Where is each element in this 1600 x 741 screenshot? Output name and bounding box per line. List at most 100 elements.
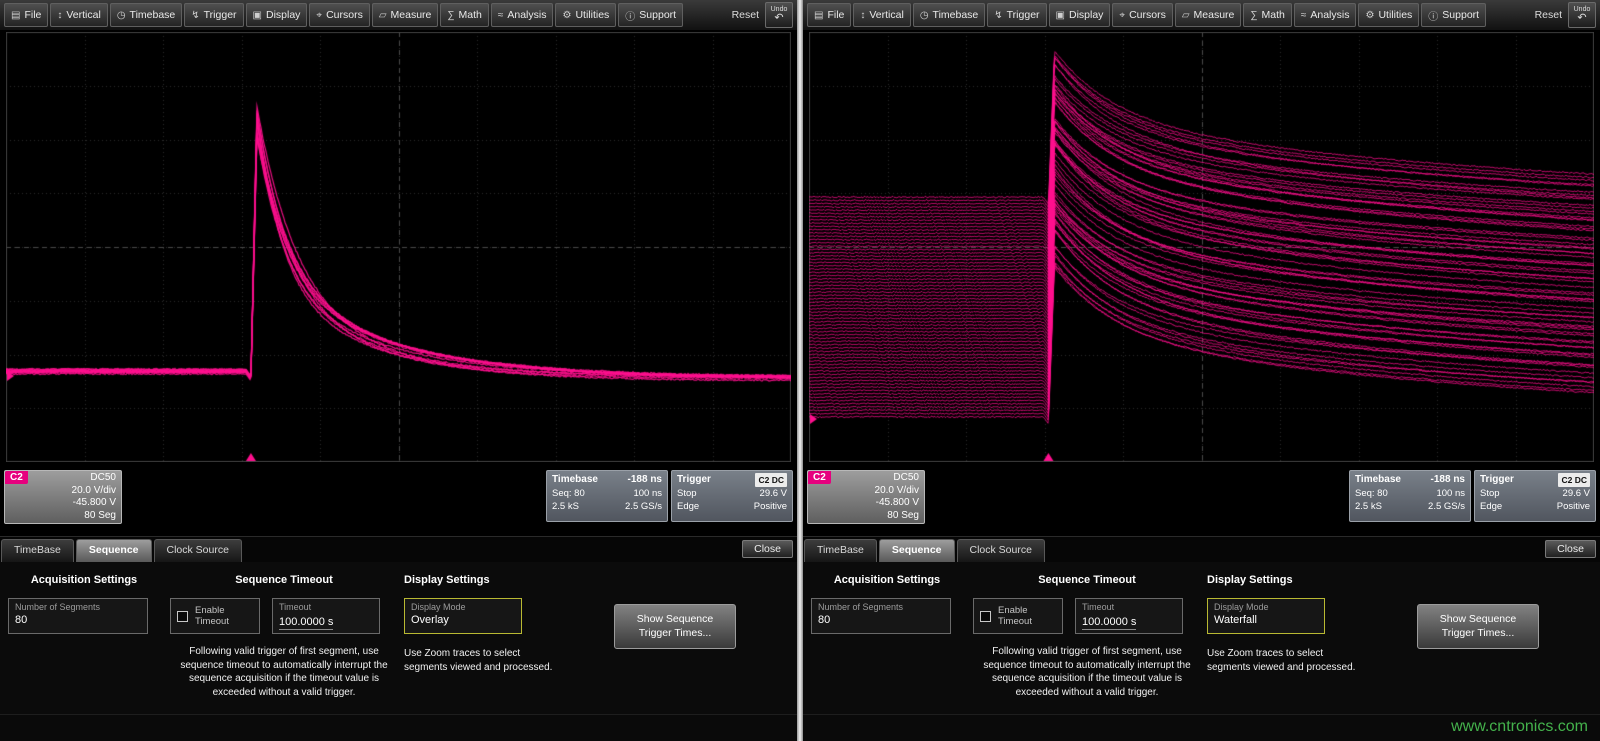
channel-offset: -45.800 V bbox=[813, 497, 919, 510]
menu-support-label: Support bbox=[639, 9, 676, 21]
measure-icon: ▱ bbox=[379, 10, 387, 21]
timeout-field[interactable]: Timeout 100.0000 s bbox=[272, 598, 380, 634]
enable-timeout-checkbox[interactable]: Enable Timeout bbox=[973, 598, 1063, 634]
tab-clock-source[interactable]: Clock Source bbox=[957, 539, 1045, 562]
undo-button[interactable]: Undo↶ bbox=[765, 2, 793, 28]
undo-button[interactable]: Undo↶ bbox=[1568, 2, 1596, 28]
tab-clock-source[interactable]: Clock Source bbox=[154, 539, 242, 562]
menu-timebase[interactable]: ◷Timebase bbox=[913, 3, 985, 27]
show-sequence-trigger-times-button[interactable]: Show Sequence Trigger Times... bbox=[1417, 604, 1539, 649]
undo-icon: ↶ bbox=[1577, 13, 1586, 24]
timebase-title: Timebase bbox=[552, 473, 598, 487]
support-icon: ⓘ bbox=[1428, 8, 1438, 23]
trigger-source-badge: C2 DC bbox=[1558, 473, 1590, 487]
timeout-note: Following valid trigger of first segment… bbox=[973, 645, 1201, 699]
number-of-segments-field[interactable]: Number of Segments 80 bbox=[8, 598, 148, 634]
menu-timebase-label: Timebase bbox=[130, 9, 176, 21]
display-mode-select[interactable]: Display Mode Overlay bbox=[404, 598, 522, 634]
menu-vertical[interactable]: ↕Vertical bbox=[853, 3, 910, 27]
math-icon: ∑ bbox=[1250, 10, 1257, 21]
menu-math-label: Math bbox=[1262, 9, 1285, 21]
menu-file[interactable]: ▤File bbox=[807, 3, 851, 27]
trigger-descriptor[interactable]: TriggerC2 DC Stop29.6 V EdgePositive bbox=[1474, 470, 1596, 522]
checkbox-icon[interactable] bbox=[177, 611, 188, 622]
trigger-descriptor[interactable]: TriggerC2 DC Stop29.6 V EdgePositive bbox=[671, 470, 793, 522]
tab-sequence[interactable]: Sequence bbox=[76, 539, 152, 562]
scope-panel-left: ▤File ↕Vertical ◷ Timebase ↯ Trigger ▣Disp… bbox=[0, 0, 797, 741]
dialog-tabs: TimeBase Sequence Clock Source Close bbox=[0, 536, 797, 562]
undo-icon: ↶ bbox=[774, 13, 783, 24]
menu-timebase[interactable]: ◷ Timebase bbox=[110, 3, 182, 27]
display-mode-value: Overlay bbox=[411, 614, 515, 627]
menu-utilities[interactable]: ⚙Utilities bbox=[1358, 3, 1419, 27]
display-icon: ▣ bbox=[1056, 10, 1065, 21]
support-icon: ⓘ bbox=[625, 8, 635, 23]
channel-c2-descriptor[interactable]: C2 DC50 20.0 V/div -45.800 V 80 Seg bbox=[4, 470, 122, 524]
menu-utilities[interactable]: ⚙Utilities bbox=[555, 3, 616, 27]
sequence-timeout-title: Sequence Timeout bbox=[973, 574, 1201, 586]
tab-sequence[interactable]: Sequence bbox=[879, 539, 955, 562]
waveform-canvas-waterfall[interactable] bbox=[809, 32, 1594, 462]
timebase-value: -188 ns bbox=[1431, 473, 1465, 487]
menu-math[interactable]: ∑ Math bbox=[1243, 3, 1291, 27]
menu-measure[interactable]: ▱Measure bbox=[1175, 3, 1242, 27]
menu-vertical[interactable]: ↕Vertical bbox=[50, 3, 107, 27]
dialog-tabs: TimeBase Sequence Clock Source Close bbox=[803, 536, 1600, 562]
display-mode-value: Waterfall bbox=[1214, 614, 1318, 627]
menu-analysis[interactable]: ≈Analysis bbox=[491, 3, 554, 27]
channel-vdiv: 20.0 V/div bbox=[10, 485, 116, 498]
channel-vdiv: 20.0 V/div bbox=[813, 485, 919, 498]
channel-label: C2 bbox=[808, 471, 831, 484]
tab-timebase[interactable]: TimeBase bbox=[1, 539, 74, 562]
display-mode-select[interactable]: Display Mode Waterfall bbox=[1207, 598, 1325, 634]
menu-measure[interactable]: ▱Measure bbox=[372, 3, 439, 27]
menu-display[interactable]: ▣Display bbox=[246, 3, 308, 27]
enable-timeout-checkbox[interactable]: Enable Timeout bbox=[170, 598, 260, 634]
timebase-descriptor[interactable]: Timebase-188 ns Seq: 80100 ns 2.5 kS2.5 … bbox=[546, 470, 668, 522]
menu-timebase-label: Timebase bbox=[933, 9, 979, 21]
reset-button[interactable]: Reset bbox=[732, 9, 759, 21]
checkbox-icon[interactable] bbox=[980, 611, 991, 622]
zoom-note: Use Zoom traces to select segments viewe… bbox=[1207, 647, 1357, 674]
file-icon: ▤ bbox=[11, 10, 20, 21]
trigger-source-badge: C2 DC bbox=[755, 473, 787, 487]
analysis-icon: ≈ bbox=[498, 10, 504, 21]
menu-file[interactable]: ▤File bbox=[4, 3, 48, 27]
menu-support[interactable]: ⓘ Support bbox=[1421, 3, 1486, 27]
timeout-value: 100.0000 s bbox=[1082, 616, 1136, 630]
trigger-icon: ↯ bbox=[191, 10, 199, 21]
channel-c2-descriptor[interactable]: C2 DC50 20.0 V/div -45.800 V 80 Seg bbox=[807, 470, 925, 524]
close-button[interactable]: Close bbox=[742, 540, 793, 558]
vertical-icon: ↕ bbox=[57, 10, 62, 21]
timebase-icon: ◷ bbox=[117, 10, 126, 21]
utilities-icon: ⚙ bbox=[562, 10, 571, 21]
menu-support[interactable]: ⓘ Support bbox=[618, 3, 683, 27]
tab-timebase[interactable]: TimeBase bbox=[804, 539, 877, 562]
close-button[interactable]: Close bbox=[1545, 540, 1596, 558]
menu-trigger[interactable]: ↯Trigger bbox=[987, 3, 1046, 27]
sequence-dialog: Acquisition Settings Number of Segments … bbox=[803, 562, 1600, 714]
timebase-descriptor[interactable]: Timebase-188 ns Seq: 80100 ns 2.5 kS2.5 … bbox=[1349, 470, 1471, 522]
waveform-canvas-overlay[interactable] bbox=[6, 32, 791, 462]
waveform-grid-left[interactable] bbox=[0, 30, 797, 466]
acquisition-settings-title: Acquisition Settings bbox=[811, 574, 963, 586]
menu-utilities-label: Utilities bbox=[1378, 9, 1412, 21]
timeout-value: 100.0000 s bbox=[279, 616, 333, 630]
number-of-segments-field[interactable]: Number of Segments 80 bbox=[811, 598, 951, 634]
menu-display[interactable]: ▣Display bbox=[1049, 3, 1111, 27]
menu-trigger[interactable]: ↯ Trigger bbox=[184, 3, 243, 27]
menu-cursors[interactable]: ⌖Cursors bbox=[1112, 3, 1172, 27]
sequence-timeout-title: Sequence Timeout bbox=[170, 574, 398, 586]
scope-panel-right: ▤File ↕Vertical ◷Timebase ↯Trigger ▣Disp… bbox=[803, 0, 1600, 741]
menu-math[interactable]: ∑Math bbox=[440, 3, 488, 27]
menu-math-label: Math bbox=[459, 9, 482, 21]
show-sequence-trigger-times-button[interactable]: Show Sequence Trigger Times... bbox=[614, 604, 736, 649]
reset-button[interactable]: Reset bbox=[1535, 9, 1562, 21]
waveform-grid-right[interactable] bbox=[803, 30, 1600, 466]
timeout-field[interactable]: Timeout 100.0000 s bbox=[1075, 598, 1183, 634]
menu-support-label: Support bbox=[1442, 9, 1479, 21]
menu-cursors[interactable]: ⌖Cursors bbox=[309, 3, 369, 27]
menu-measure-label: Measure bbox=[1194, 9, 1235, 21]
menu-trigger-label: Trigger bbox=[204, 9, 237, 21]
menu-analysis[interactable]: ≈Analysis bbox=[1294, 3, 1357, 27]
